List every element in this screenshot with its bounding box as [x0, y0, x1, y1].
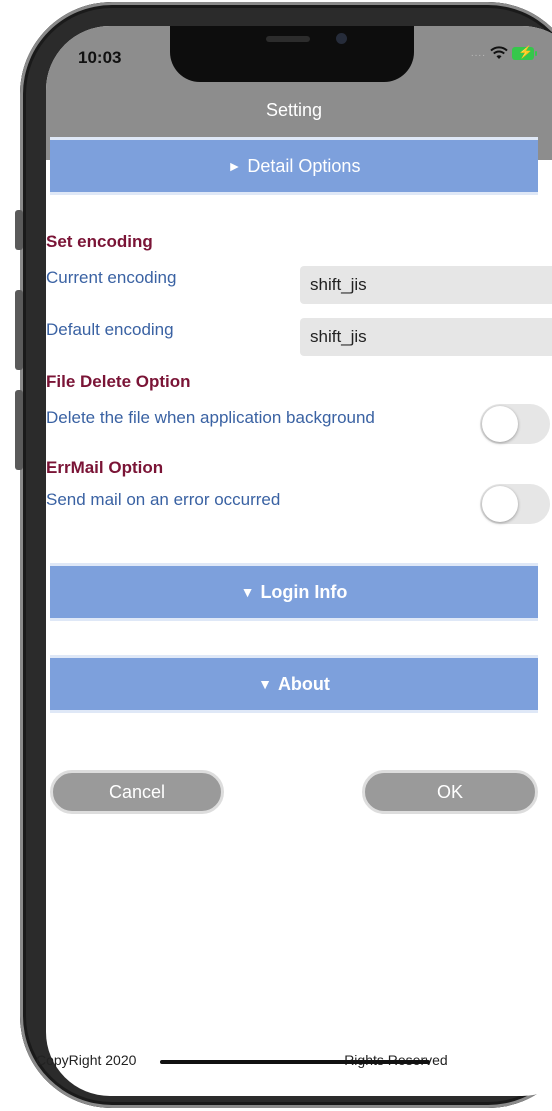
front-camera: [336, 33, 347, 44]
screen: 10:03 .... ⚡ Setting ► Detail Options Se…: [46, 26, 552, 1096]
expand-arrow-icon: ▼: [258, 676, 272, 692]
detail-options-label: Detail Options: [247, 155, 361, 176]
errmail-label: Send mail on an error occurred: [46, 490, 281, 509]
mute-switch: [15, 210, 23, 250]
speaker-grille: [266, 36, 310, 42]
signal-dots: ....: [470, 47, 486, 59]
default-encoding-label: Default encoding: [46, 320, 174, 339]
charging-bolt-icon: ⚡: [518, 44, 533, 59]
collapse-arrow-icon: ►: [227, 158, 242, 174]
cancel-button[interactable]: Cancel: [50, 770, 224, 814]
login-info-header[interactable]: ▼ Login Info: [50, 563, 538, 621]
home-indicator: [160, 1060, 430, 1064]
file-delete-toggle[interactable]: [480, 404, 550, 444]
errmail-title: ErrMail Option: [46, 458, 164, 477]
status-icons: .... ⚡: [470, 44, 537, 60]
current-encoding-label: Current encoding: [46, 268, 177, 287]
current-encoding-field[interactable]: shift_jis: [300, 266, 552, 304]
expand-arrow-icon: ▼: [240, 584, 255, 600]
default-encoding-field[interactable]: shift_jis: [300, 318, 552, 356]
battery-charging-icon: ⚡: [512, 44, 537, 60]
wifi-icon: [490, 46, 508, 59]
about-header[interactable]: ▼ About: [50, 655, 538, 713]
ok-button[interactable]: OK: [362, 770, 538, 814]
device-frame: 10:03 .... ⚡ Setting ► Detail Options Se…: [0, 0, 552, 1111]
login-info-label: Login Info: [260, 581, 348, 602]
volume-up-button: [15, 290, 23, 370]
toggle-knob: [482, 486, 518, 522]
set-encoding-title: Set encoding: [46, 232, 153, 251]
file-delete-title: File Delete Option: [46, 372, 191, 391]
toggle-knob: [482, 406, 518, 442]
file-delete-label: Delete the file when application backgro…: [46, 408, 375, 427]
page-title: Setting: [265, 100, 323, 120]
status-time: 10:03: [78, 48, 122, 67]
notch: [170, 26, 414, 82]
about-label: About: [277, 673, 330, 694]
copyright-text: CopyRight 2020: [36, 1052, 137, 1068]
errmail-toggle[interactable]: [480, 484, 550, 524]
volume-down-button: [15, 390, 23, 470]
detail-options-header[interactable]: ► Detail Options: [50, 137, 538, 195]
